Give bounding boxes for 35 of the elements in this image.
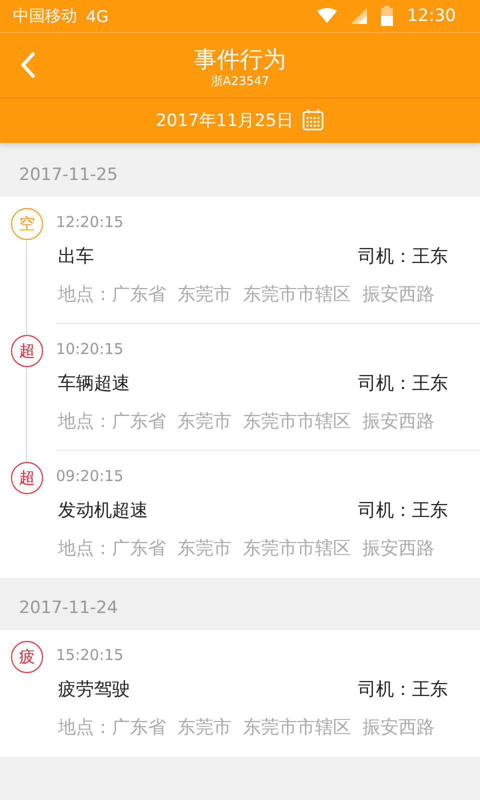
day-header: 2017-11-24 xyxy=(18,597,119,620)
event-title: 疲劳驾驶 xyxy=(58,678,130,701)
battery-icon xyxy=(381,6,393,26)
event-title: 出车 xyxy=(58,245,94,268)
driver-name: 司机：王东 xyxy=(358,245,448,268)
status-badge: 空 xyxy=(11,208,43,240)
clock-time: 12:30 xyxy=(407,6,456,26)
event-address: 地点：广东省 东莞市 东莞市市辖区 振安西路 xyxy=(58,410,436,433)
event-item[interactable]: 空 12:20:15 出车 司机：王东 地点：广东省 东莞市 东莞市市辖区 振安西路 xyxy=(0,197,480,324)
event-address: 地点：广东省 东莞市 东莞市市辖区 振安西路 xyxy=(58,283,436,306)
day-header: 2017-11-25 xyxy=(18,164,119,187)
signal-icon xyxy=(351,8,367,24)
event-item[interactable]: 超 09:20:15 发动机超速 司机：王东 地点：广东省 东莞市 东莞市市辖区 振安西路 xyxy=(0,451,480,578)
event-time: 12:20:15 xyxy=(56,213,124,231)
event-time: 09:20:15 xyxy=(56,467,124,485)
status-badge: 超 xyxy=(11,335,43,367)
event-address: 地点：广东省 东莞市 东莞市市辖区 振安西路 xyxy=(58,716,436,739)
driver-name: 司机：王东 xyxy=(358,499,448,522)
event-time: 15:20:15 xyxy=(56,646,124,664)
carrier-name: 中国移动 xyxy=(13,6,77,26)
driver-name: 司机：王东 xyxy=(358,372,448,395)
status-badge: 疲 xyxy=(11,641,43,673)
event-address: 地点：广东省 东莞市 东莞市市辖区 振安西路 xyxy=(58,537,436,560)
event-item[interactable]: 疲 15:20:15 疲劳驾驶 司机：王东 地点：广东省 东莞市 东莞市市辖区 振安西路 xyxy=(0,630,480,757)
event-time: 10:20:15 xyxy=(56,340,124,358)
status-badge: 超 xyxy=(11,462,43,494)
network-type: 4G xyxy=(86,6,109,26)
event-title: 车辆超速 xyxy=(58,372,130,395)
driver-name: 司机：王东 xyxy=(358,678,448,701)
plate-number: 浙A23547 xyxy=(210,74,270,88)
calendar-icon xyxy=(302,109,324,131)
page-title: 事件行为 xyxy=(193,46,287,74)
event-title: 发动机超速 xyxy=(58,499,148,522)
event-item[interactable]: 超 10:20:15 车辆超速 司机：王东 地点：广东省 东莞市 东莞市市辖区 振安西路 xyxy=(0,324,480,451)
wifi-icon xyxy=(317,8,337,24)
